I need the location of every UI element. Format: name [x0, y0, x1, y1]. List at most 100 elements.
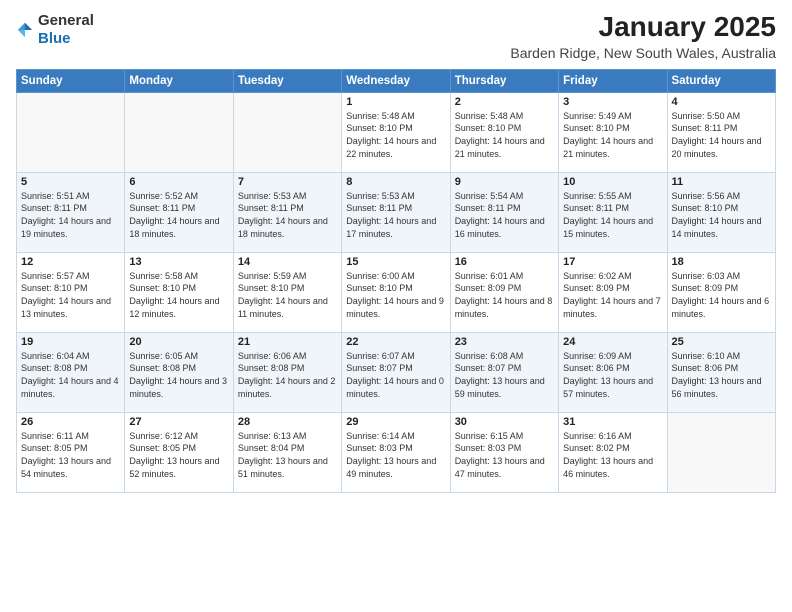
day-number: 11: [672, 176, 771, 188]
day-number: 1: [346, 96, 445, 108]
day-info: Sunrise: 5:56 AMSunset: 8:10 PMDaylight:…: [672, 190, 771, 240]
table-cell: 9 Sunrise: 5:54 AMSunset: 8:11 PMDaylight…: [450, 172, 558, 252]
day-number: 2: [455, 96, 554, 108]
day-info: Sunrise: 5:48 AMSunset: 8:10 PMDaylight:…: [455, 110, 554, 160]
table-cell: 29Sunrise: 6:14 AMSunset: 8:03 PMDayligh…: [342, 412, 450, 492]
day-number: 13: [129, 256, 228, 268]
table-cell: 15Sunrise: 6:00 AMSunset: 8:10 PMDayligh…: [342, 252, 450, 332]
day-info: Sunrise: 6:11 AMSunset: 8:05 PMDaylight:…: [21, 430, 120, 480]
header-sunday: Sunday: [17, 69, 125, 92]
day-number: 5: [21, 176, 120, 188]
day-info: Sunrise: 6:06 AMSunset: 8:08 PMDaylight:…: [238, 350, 337, 400]
logo-blue: Blue: [38, 30, 71, 47]
weekday-header-row: Sunday Monday Tuesday Wednesday Thursday…: [17, 69, 776, 92]
table-cell: [233, 92, 341, 172]
day-number: 16: [455, 256, 554, 268]
day-number: 27: [129, 416, 228, 428]
day-info: Sunrise: 6:02 AMSunset: 8:09 PMDaylight:…: [563, 270, 662, 320]
day-number: 22: [346, 336, 445, 348]
day-number: 9: [455, 176, 554, 188]
day-number: 23: [455, 336, 554, 348]
day-number: 7: [238, 176, 337, 188]
table-cell: 18 Sunrise: 6:03 AMSunset: 8:09 PMDayligh…: [667, 252, 775, 332]
day-info: Sunrise: 5:57 AMSunset: 8:10 PMDaylight:…: [21, 270, 120, 320]
calendar-table: Sunday Monday Tuesday Wednesday Thursday…: [16, 69, 776, 493]
logo-icon: [16, 21, 34, 39]
table-cell: 19 Sunrise: 6:04 AMSunset: 8:08 PMDayligh…: [17, 332, 125, 412]
day-number: 20: [129, 336, 228, 348]
table-cell: 6 Sunrise: 5:52 AMSunset: 8:11 PMDaylight…: [125, 172, 233, 252]
table-cell: 14 Sunrise: 5:59 AMSunset: 8:10 PMDayligh…: [233, 252, 341, 332]
day-number: 14: [238, 256, 337, 268]
table-cell: [667, 412, 775, 492]
table-cell: 28 Sunrise: 6:13 AMSunset: 8:04 PMDayligh…: [233, 412, 341, 492]
day-number: 12: [21, 256, 120, 268]
day-number: 29: [346, 416, 445, 428]
day-number: 8: [346, 176, 445, 188]
day-number: 10: [563, 176, 662, 188]
table-cell: 8 Sunrise: 5:53 AMSunset: 8:11 PMDaylight…: [342, 172, 450, 252]
table-cell: 22 Sunrise: 6:07 AMSunset: 8:07 PMDayligh…: [342, 332, 450, 412]
day-number: 15: [346, 256, 445, 268]
day-info: Sunrise: 5:58 AMSunset: 8:10 PMDaylight:…: [129, 270, 228, 320]
day-number: 19: [21, 336, 120, 348]
header-thursday: Thursday: [450, 69, 558, 92]
day-info: Sunrise: 5:55 AMSunset: 8:11 PMDaylight:…: [563, 190, 662, 240]
day-number: 6: [129, 176, 228, 188]
table-cell: 20 Sunrise: 6:05 AMSunset: 8:08 PMDayligh…: [125, 332, 233, 412]
table-cell: 5Sunrise: 5:51 AMSunset: 8:11 PMDaylight…: [17, 172, 125, 252]
logo-text: General Blue: [38, 12, 94, 48]
day-info: Sunrise: 6:12 AMSunset: 8:05 PMDaylight:…: [129, 430, 228, 480]
table-cell: [125, 92, 233, 172]
day-number: 18: [672, 256, 771, 268]
table-cell: 23 Sunrise: 6:08 AMSunset: 8:07 PMDayligh…: [450, 332, 558, 412]
header-friday: Friday: [559, 69, 667, 92]
table-cell: 26Sunrise: 6:11 AMSunset: 8:05 PMDayligh…: [17, 412, 125, 492]
day-info: Sunrise: 6:01 AMSunset: 8:09 PMDaylight:…: [455, 270, 554, 320]
day-info: Sunrise: 6:04 AMSunset: 8:08 PMDaylight:…: [21, 350, 120, 400]
day-info: Sunrise: 5:49 AMSunset: 8:10 PMDaylight:…: [563, 110, 662, 160]
table-cell: 16 Sunrise: 6:01 AMSunset: 8:09 PMDayligh…: [450, 252, 558, 332]
day-info: Sunrise: 5:53 AMSunset: 8:11 PMDaylight:…: [238, 190, 337, 240]
day-number: 31: [563, 416, 662, 428]
day-info: Sunrise: 5:59 AMSunset: 8:10 PMDaylight:…: [238, 270, 337, 320]
logo: General Blue: [16, 12, 94, 48]
table-cell: 10 Sunrise: 5:55 AMSunset: 8:11 PMDayligh…: [559, 172, 667, 252]
day-info: Sunrise: 5:53 AMSunset: 8:11 PMDaylight:…: [346, 190, 445, 240]
day-number: 4: [672, 96, 771, 108]
table-cell: 7 Sunrise: 5:53 AMSunset: 8:11 PMDaylight…: [233, 172, 341, 252]
day-info: Sunrise: 6:07 AMSunset: 8:07 PMDaylight:…: [346, 350, 445, 400]
table-cell: 25Sunrise: 6:10 AMSunset: 8:06 PMDayligh…: [667, 332, 775, 412]
day-info: Sunrise: 6:08 AMSunset: 8:07 PMDaylight:…: [455, 350, 554, 400]
day-info: Sunrise: 6:05 AMSunset: 8:08 PMDaylight:…: [129, 350, 228, 400]
table-cell: 24Sunrise: 6:09 AMSunset: 8:06 PMDayligh…: [559, 332, 667, 412]
day-info: Sunrise: 6:03 AMSunset: 8:09 PMDaylight:…: [672, 270, 771, 320]
table-cell: 27 Sunrise: 6:12 AMSunset: 8:05 PMDayligh…: [125, 412, 233, 492]
week-row-0: 1 Sunrise: 5:48 AMSunset: 8:10 PMDaylight…: [17, 92, 776, 172]
title-block: January 2025 Barden Ridge, New South Wal…: [510, 12, 776, 61]
location-title: Barden Ridge, New South Wales, Australia: [510, 45, 776, 61]
day-number: 28: [238, 416, 337, 428]
week-row-1: 5Sunrise: 5:51 AMSunset: 8:11 PMDaylight…: [17, 172, 776, 252]
table-cell: 4 Sunrise: 5:50 AMSunset: 8:11 PMDaylight…: [667, 92, 775, 172]
day-info: Sunrise: 5:50 AMSunset: 8:11 PMDaylight:…: [672, 110, 771, 160]
header-tuesday: Tuesday: [233, 69, 341, 92]
day-info: Sunrise: 5:48 AMSunset: 8:10 PMDaylight:…: [346, 110, 445, 160]
day-number: 21: [238, 336, 337, 348]
header-monday: Monday: [125, 69, 233, 92]
day-number: 17: [563, 256, 662, 268]
day-info: Sunrise: 6:09 AMSunset: 8:06 PMDaylight:…: [563, 350, 662, 400]
day-info: Sunrise: 6:15 AMSunset: 8:03 PMDaylight:…: [455, 430, 554, 480]
day-info: Sunrise: 5:52 AMSunset: 8:11 PMDaylight:…: [129, 190, 228, 240]
day-number: 30: [455, 416, 554, 428]
day-info: Sunrise: 5:54 AMSunset: 8:11 PMDaylight:…: [455, 190, 554, 240]
month-title: January 2025: [510, 12, 776, 43]
table-cell: [17, 92, 125, 172]
day-info: Sunrise: 6:16 AMSunset: 8:02 PMDaylight:…: [563, 430, 662, 480]
header-saturday: Saturday: [667, 69, 775, 92]
day-info: Sunrise: 6:13 AMSunset: 8:04 PMDaylight:…: [238, 430, 337, 480]
week-row-2: 12 Sunrise: 5:57 AMSunset: 8:10 PMDayligh…: [17, 252, 776, 332]
week-row-4: 26Sunrise: 6:11 AMSunset: 8:05 PMDayligh…: [17, 412, 776, 492]
day-info: Sunrise: 6:10 AMSunset: 8:06 PMDaylight:…: [672, 350, 771, 400]
header-wednesday: Wednesday: [342, 69, 450, 92]
